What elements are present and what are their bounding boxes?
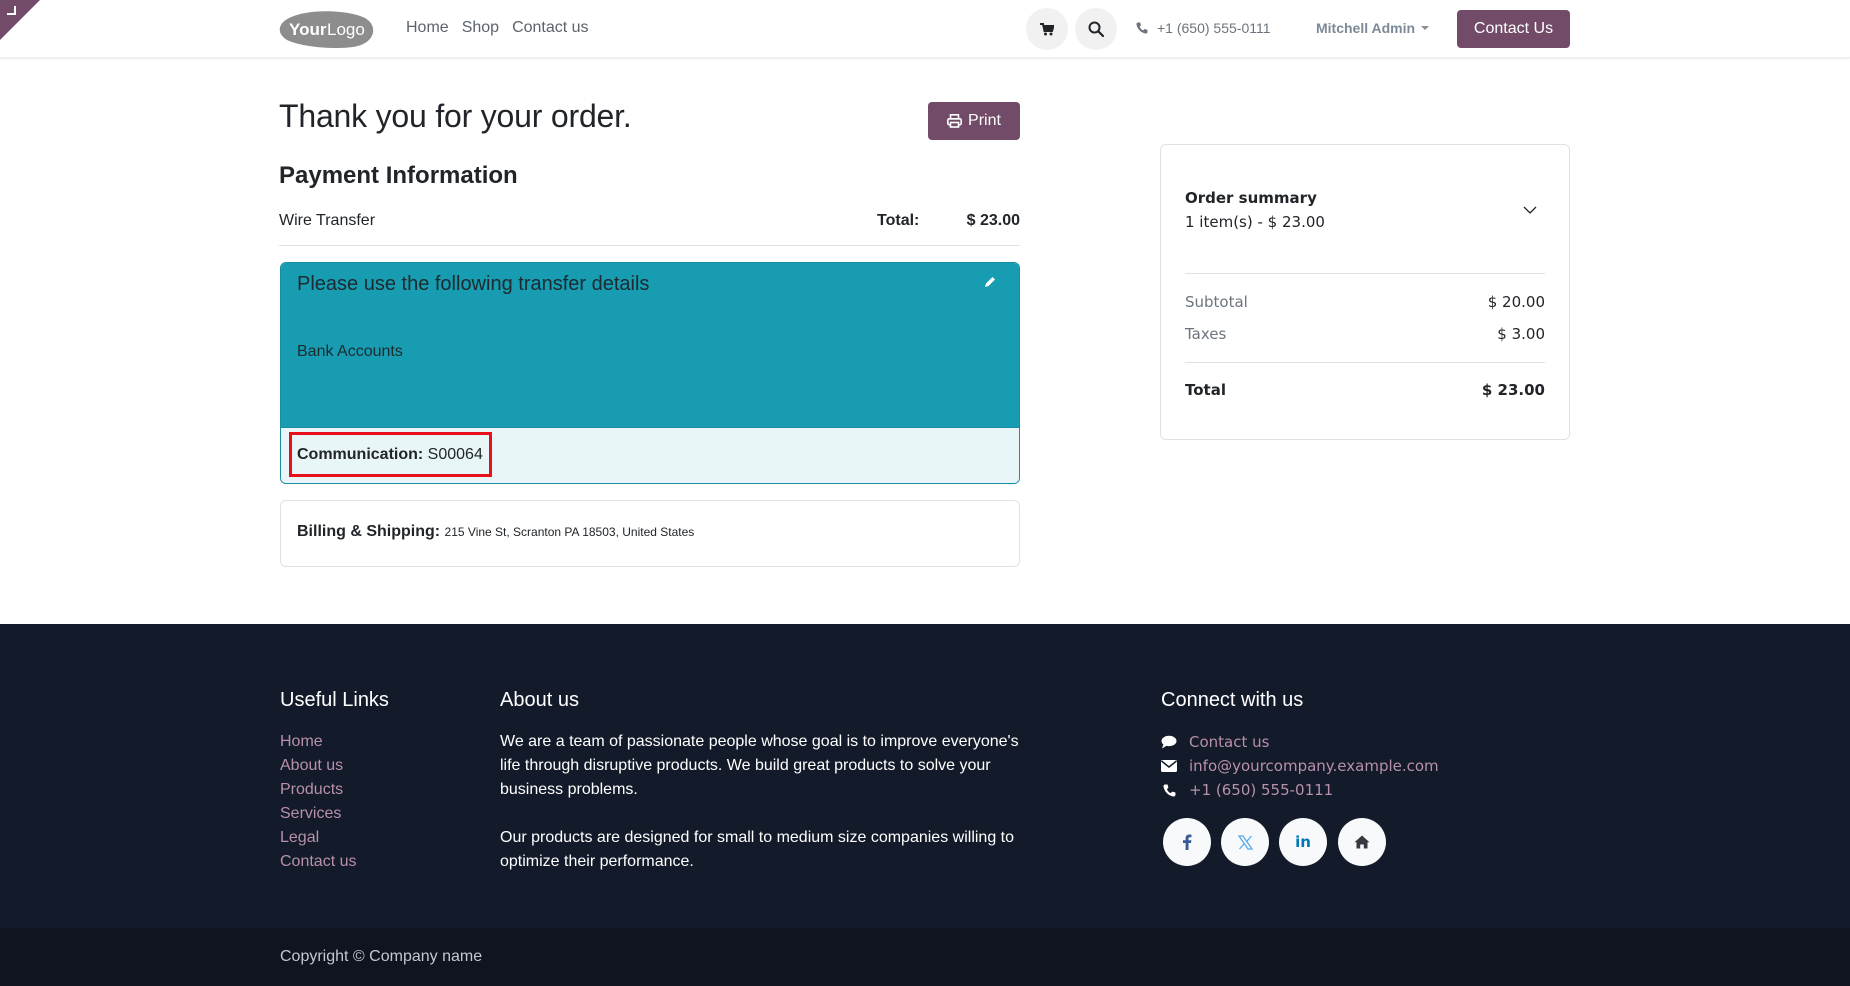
connect-email: info@yourcompany.example.com xyxy=(1161,754,1439,778)
billing-shipping-address: 215 Vine St, Scranton PA 18503, United S… xyxy=(444,525,695,539)
billing-shipping-label: Billing & Shipping: xyxy=(297,523,441,540)
connect-title: Connect with us xyxy=(1161,689,1304,711)
about-us-text: We are a team of passionate people whose… xyxy=(500,730,1030,874)
facebook-button[interactable] xyxy=(1163,818,1211,866)
subtotal-label: Subtotal xyxy=(1185,293,1248,311)
edit-mode-corner[interactable] xyxy=(0,0,40,40)
summary-row-subtotal: Subtotal $ 20.00 xyxy=(1185,293,1545,311)
page-title: Thank you for your order. xyxy=(279,98,632,134)
transfer-details-card: Please use the following transfer detail… xyxy=(280,262,1020,484)
payment-method: Wire Transfer xyxy=(279,212,376,229)
nav-home[interactable]: Home xyxy=(406,19,449,37)
total-label: Total xyxy=(1185,381,1226,399)
useful-links-title: Useful Links xyxy=(280,689,389,711)
home-social-button[interactable] xyxy=(1338,818,1386,866)
footer-link-contact-us[interactable]: Contact us xyxy=(280,850,356,874)
phone-icon xyxy=(1161,782,1177,798)
payment-row: Wire Transfer Total: $ 23.00 xyxy=(279,210,1020,246)
billing-shipping: Billing & Shipping: 215 Vine St, Scranto… xyxy=(297,523,694,541)
communication-value: S00064 xyxy=(427,446,483,463)
connect-list: Contact us info@yourcompany.example.com … xyxy=(1161,730,1439,802)
payment-total-label: Total: xyxy=(877,212,920,229)
nav-contact-us[interactable]: Contact us xyxy=(512,19,588,37)
transfer-details-body: Please use the following transfer detail… xyxy=(281,263,1019,427)
site-header: Your Logo Home Shop Contact us +1 (650) … xyxy=(0,0,1850,58)
x-twitter-icon xyxy=(1237,834,1253,850)
copyright-text: Copyright © Company name xyxy=(280,948,483,965)
chevron-down-icon[interactable] xyxy=(1523,203,1537,217)
communication-footer: Communication: S00064 xyxy=(281,427,1019,483)
print-label: Print xyxy=(968,112,1001,129)
search-icon xyxy=(1088,21,1104,37)
billing-shipping-card: Billing & Shipping: 215 Vine St, Scranto… xyxy=(280,500,1020,567)
connect-phone-link[interactable]: +1 (650) 555-0111 xyxy=(1189,781,1333,799)
footer-link-services[interactable]: Services xyxy=(280,802,356,826)
home-icon xyxy=(1354,835,1370,849)
communication-label: Communication: xyxy=(297,446,424,463)
linkedin-button[interactable]: in xyxy=(1279,818,1327,866)
phone-icon xyxy=(1136,22,1148,34)
linkedin-icon: in xyxy=(1295,833,1311,851)
connect-contact: Contact us xyxy=(1161,730,1439,754)
total-value: $ 23.00 xyxy=(1481,381,1545,399)
footer-link-products[interactable]: Products xyxy=(280,778,356,802)
divider xyxy=(1185,362,1545,363)
order-summary-subtitle: 1 item(s) - $ 23.00 xyxy=(1185,213,1325,231)
useful-links-list: Home About us Products Services Legal Co… xyxy=(280,730,356,874)
taxes-value: $ 3.00 xyxy=(1497,325,1545,343)
printer-icon xyxy=(947,114,963,128)
user-name: Mitchell Admin xyxy=(1316,20,1416,36)
corner-expand-icon xyxy=(7,6,16,15)
about-paragraph: Our products are designed for small to m… xyxy=(500,829,1015,870)
payment-total-value: $ 23.00 xyxy=(966,212,1020,229)
divider xyxy=(1185,273,1545,274)
print-button[interactable]: Print xyxy=(928,102,1020,140)
summary-row-taxes: Taxes $ 3.00 xyxy=(1185,325,1545,343)
bank-accounts-label: Bank Accounts xyxy=(297,343,403,360)
site-logo[interactable]: Your Logo xyxy=(279,10,375,49)
facebook-icon xyxy=(1183,834,1192,850)
caret-down-icon xyxy=(1421,26,1430,30)
about-us-title: About us xyxy=(500,689,579,711)
footer-link-home[interactable]: Home xyxy=(280,730,356,754)
main-nav: Home Shop Contact us xyxy=(406,19,589,37)
cart-button[interactable] xyxy=(1026,8,1068,50)
user-menu[interactable]: Mitchell Admin xyxy=(1316,20,1430,36)
about-paragraph: We are a team of passionate people whose… xyxy=(500,733,1019,798)
nav-shop[interactable]: Shop xyxy=(462,19,499,37)
envelope-icon xyxy=(1161,758,1177,774)
transfer-details-title: Please use the following transfer detail… xyxy=(297,273,650,295)
pencil-icon[interactable] xyxy=(983,275,997,289)
chat-icon xyxy=(1161,734,1177,750)
contact-us-button[interactable]: Contact Us xyxy=(1457,10,1570,48)
connect-email-link[interactable]: info@yourcompany.example.com xyxy=(1189,757,1439,775)
search-button[interactable] xyxy=(1075,8,1117,50)
payment-information-title: Payment Information xyxy=(279,162,518,189)
subtotal-value: $ 20.00 xyxy=(1487,293,1545,311)
connect-phone: +1 (650) 555-0111 xyxy=(1161,778,1439,802)
communication-reference: Communication: S00064 xyxy=(297,446,483,464)
header-phone-number: +1 (650) 555-0111 xyxy=(1157,20,1271,36)
footer-link-about-us[interactable]: About us xyxy=(280,754,356,778)
header-phone[interactable]: +1 (650) 555-0111 xyxy=(1136,20,1271,36)
svg-text:Your: Your xyxy=(289,20,327,39)
order-summary-title: Order summary xyxy=(1185,189,1317,207)
x-twitter-button[interactable] xyxy=(1221,818,1269,866)
site-footer: Useful Links Home About us Products Serv… xyxy=(0,624,1850,928)
cart-icon xyxy=(1040,22,1054,35)
summary-row-total: Total $ 23.00 xyxy=(1185,381,1545,399)
connect-contact-link[interactable]: Contact us xyxy=(1189,733,1269,751)
copyright-bar: Copyright © Company name xyxy=(0,928,1850,986)
footer-link-legal[interactable]: Legal xyxy=(280,826,356,850)
taxes-label: Taxes xyxy=(1185,325,1227,343)
svg-text:Logo: Logo xyxy=(327,20,365,39)
order-summary-card: Order summary 1 item(s) - $ 23.00 Subtot… xyxy=(1160,144,1570,440)
